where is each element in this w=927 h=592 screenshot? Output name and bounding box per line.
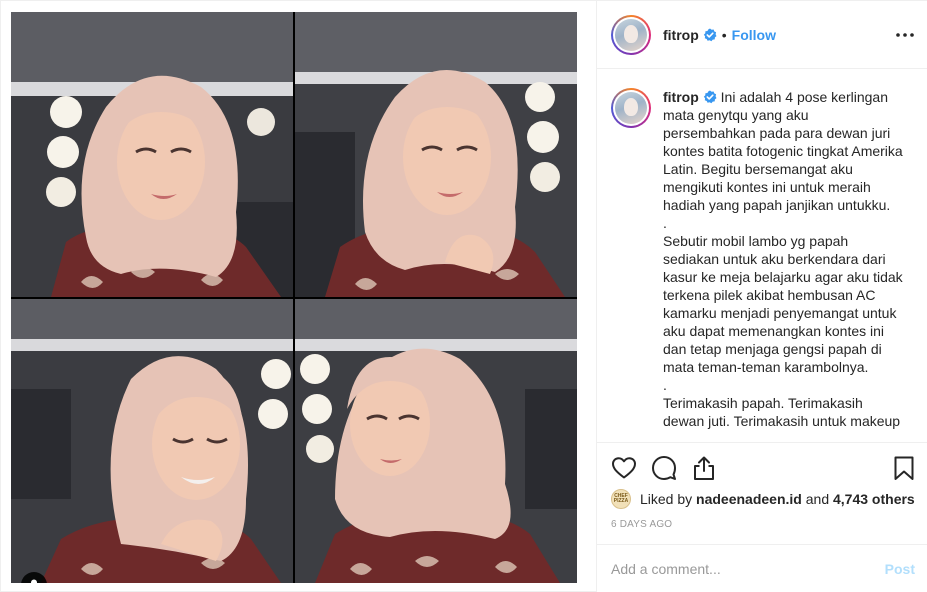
bookmark-icon[interactable] <box>891 455 917 481</box>
photo-tile-1 <box>11 12 293 297</box>
share-icon[interactable] <box>691 455 717 481</box>
post-sidebar: fitrop • Follow fitrop Ini adalah 4 pose… <box>596 1 927 592</box>
comment-input[interactable] <box>611 561 885 577</box>
caption-username[interactable]: fitrop <box>663 89 699 105</box>
post-header: fitrop • Follow <box>597 1 927 69</box>
more-options-icon[interactable] <box>895 25 915 45</box>
likes-mid: and <box>805 491 830 507</box>
instagram-post: fitrop • Follow fitrop Ini adalah 4 pose… <box>0 0 927 592</box>
verified-badge-icon <box>703 28 717 42</box>
photo-tile-4 <box>295 299 577 583</box>
likes-count[interactable]: 4,743 others <box>833 491 915 507</box>
photo-tile-2 <box>295 12 577 297</box>
likes-summary[interactable]: CHEF PIZZA Liked by nadeenadeen.id and 4… <box>611 487 915 511</box>
caption-scroll-area[interactable]: fitrop Ini adalah 4 pose kerlingan mata … <box>597 70 927 442</box>
heart-icon[interactable] <box>611 455 637 481</box>
caption-comment: fitrop Ini adalah 4 pose kerlingan mata … <box>611 88 913 430</box>
liker-avatar[interactable]: CHEF PIZZA <box>611 489 631 509</box>
avatar-image <box>615 18 647 51</box>
header-username[interactable]: fitrop <box>663 27 699 43</box>
caption-avatar-inner <box>613 90 649 126</box>
avatar-inner <box>613 16 649 53</box>
action-bar <box>597 442 927 492</box>
caption-text: fitrop Ini adalah 4 pose kerlingan mata … <box>663 88 903 430</box>
liker-username[interactable]: nadeenadeen.id <box>696 491 802 507</box>
post-comment-button[interactable]: Post <box>885 561 915 577</box>
profile-avatar[interactable] <box>611 14 651 55</box>
comment-bubble-icon[interactable] <box>651 455 677 481</box>
post-photo-collage[interactable] <box>11 12 577 583</box>
caption-avatar[interactable] <box>611 88 651 128</box>
caption-body: Ini adalah 4 pose kerlingan mata genytqu… <box>663 89 903 429</box>
follow-button[interactable]: Follow <box>732 27 776 43</box>
post-timestamp[interactable]: 6 DAYS AGO <box>611 519 672 530</box>
caption-avatar-image <box>615 92 647 124</box>
follow-separator: • <box>721 26 727 43</box>
comment-composer: Post <box>597 544 927 592</box>
likes-prefix: Liked by <box>640 491 693 507</box>
photo-tile-3 <box>11 299 293 583</box>
caption-verified-badge-icon <box>703 90 717 104</box>
